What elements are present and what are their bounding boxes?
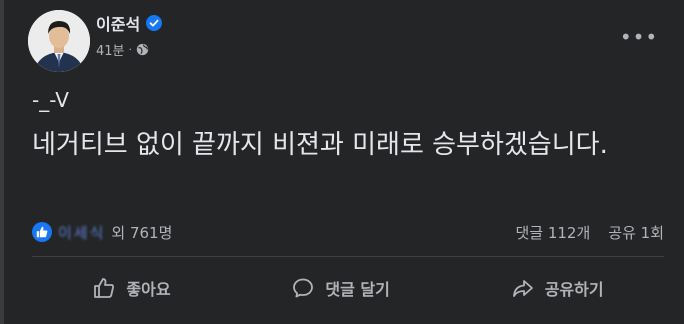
reactions-left[interactable]: 이세식 외 761명 — [32, 222, 172, 243]
reactor-others-count: 외 761명 — [111, 223, 173, 242]
reactions-summary: 이세식 외 761명 댓글 112개 공유 1회 — [32, 218, 664, 246]
like-button-label: 좋아요 — [126, 280, 171, 299]
share-count[interactable]: 공유 1회 — [608, 222, 664, 243]
action-bar: 좋아요 댓글 달기 공유하기 — [32, 262, 664, 314]
thumbs-up-icon — [36, 226, 48, 238]
comment-count[interactable]: 댓글 112개 — [515, 222, 590, 243]
reactor-name: 이세식 — [58, 223, 106, 242]
post-text-line-1: -_-V — [32, 88, 69, 112]
avatar-photo — [28, 10, 90, 72]
share-button[interactable]: 공유하기 — [495, 268, 620, 308]
author-name[interactable]: 이준석 — [96, 11, 140, 35]
comment-bubble-icon — [293, 278, 314, 298]
post-meta: 41분 · — [96, 40, 149, 59]
post-card: 이준석 41분 · ••• -_-V 네거티브 없이 끝까지 비젼과 미래로 승… — [0, 0, 684, 324]
comment-button[interactable]: 댓글 달기 — [275, 268, 405, 308]
verified-badge-icon — [146, 15, 163, 31]
like-button[interactable]: 좋아요 — [76, 268, 186, 308]
author-avatar[interactable] — [28, 10, 90, 72]
reactions-right: 댓글 112개 공유 1회 — [515, 222, 664, 243]
actions-divider — [32, 256, 664, 257]
meta-separator: · — [128, 42, 133, 56]
share-arrow-icon — [512, 280, 533, 297]
like-reaction-icon — [32, 222, 52, 242]
globe-icon — [136, 43, 149, 55]
share-button-label: 공유하기 — [544, 280, 604, 299]
thumbs-up-outline-icon — [94, 278, 115, 298]
post-text-line-2: 네거티브 없이 끝까지 비젼과 미래로 승부하겠습니다. — [32, 130, 608, 160]
author-line: 이준석 — [96, 11, 163, 35]
comment-button-label: 댓글 달기 — [325, 280, 390, 299]
more-options-button[interactable]: ••• — [620, 22, 657, 52]
post-time[interactable]: 41분 — [96, 40, 125, 59]
more-options-icon: ••• — [619, 25, 659, 49]
